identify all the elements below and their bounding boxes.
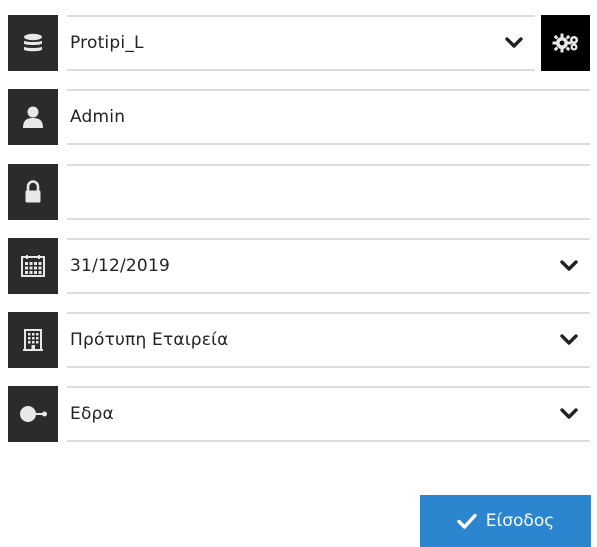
date-select[interactable]: 31/12/2019 [67, 238, 590, 294]
calendar-icon [8, 238, 58, 294]
lock-icon [8, 164, 58, 220]
branch-icon [8, 386, 58, 442]
chevron-down-icon[interactable] [556, 403, 582, 425]
date-value: 31/12/2019 [70, 256, 170, 276]
company-row: Πρότυπη Εταιρεία [8, 312, 590, 368]
branch-value: Εδρα [70, 404, 114, 424]
company-select[interactable]: Πρότυπη Εταιρεία [67, 312, 590, 368]
password-row [8, 164, 590, 220]
password-field[interactable] [67, 164, 590, 220]
settings-button[interactable] [541, 15, 590, 71]
user-icon [8, 89, 58, 145]
check-icon [457, 513, 477, 529]
building-icon [8, 312, 58, 368]
password-input[interactable] [70, 166, 590, 218]
gear-icon [552, 33, 578, 53]
user-row: Admin [8, 89, 590, 145]
database-row: Protipi_L [8, 15, 590, 71]
username-field[interactable]: Admin [67, 89, 590, 145]
database-select[interactable]: Protipi_L [67, 15, 535, 71]
chevron-down-icon[interactable] [556, 329, 582, 351]
branch-row: Εδρα [8, 386, 590, 442]
login-button[interactable]: Είσοδος [420, 495, 591, 547]
chevron-down-icon[interactable] [501, 32, 527, 54]
chevron-down-icon[interactable] [556, 255, 582, 277]
branch-select[interactable]: Εδρα [67, 386, 590, 442]
database-icon [8, 15, 58, 71]
login-button-label: Είσοδος [485, 511, 555, 531]
database-value: Protipi_L [70, 33, 144, 53]
company-value: Πρότυπη Εταιρεία [70, 330, 229, 350]
date-row: 31/12/2019 [8, 238, 590, 294]
username-value: Admin [70, 107, 126, 127]
